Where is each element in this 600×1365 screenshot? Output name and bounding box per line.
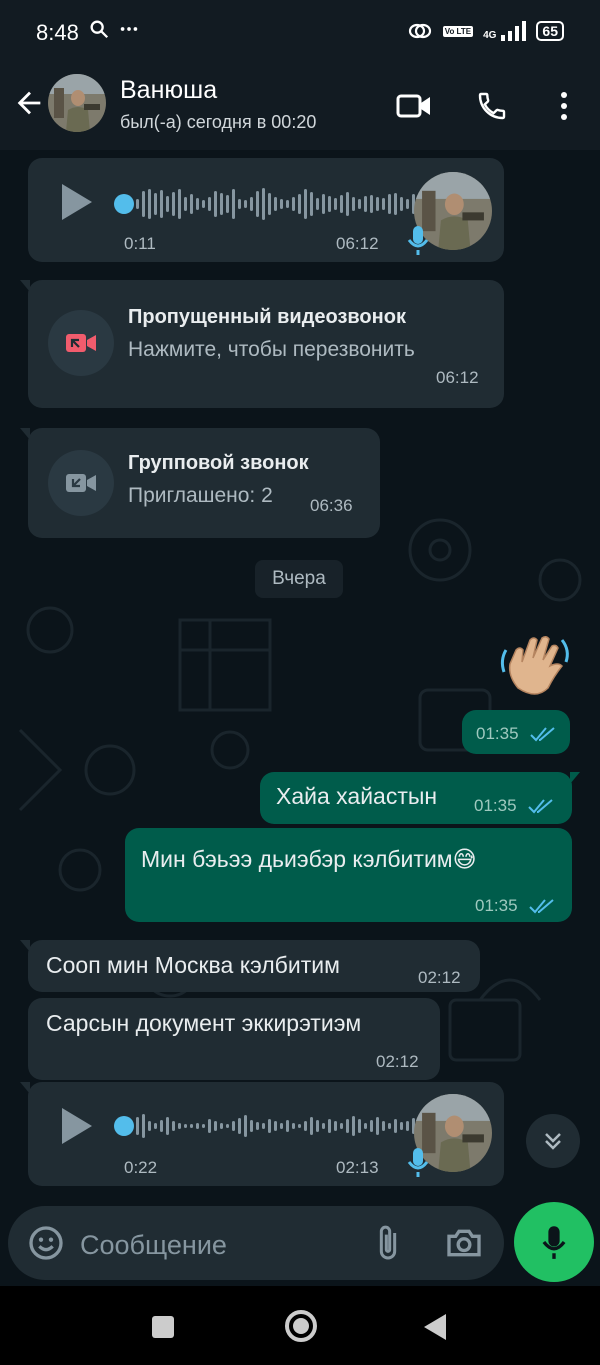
back-button[interactable] bbox=[424, 1314, 446, 1340]
more-horizontal-icon bbox=[120, 27, 138, 31]
emoji-message-meta[interactable]: 01:35 bbox=[462, 710, 570, 754]
message-text: Сооп мин Москва кэлбитим bbox=[46, 952, 340, 978]
more-vert-icon bbox=[561, 92, 567, 120]
voice-call-button[interactable] bbox=[472, 86, 512, 126]
message-time: 02:12 bbox=[418, 968, 461, 987]
chat-area[interactable]: 0:11 06:12 Пропущенный видеозвонок Нажми… bbox=[0, 150, 600, 1198]
group-call-message[interactable]: Групповой звонок Приглашено: 2 06:36 bbox=[20, 428, 380, 538]
scroll-to-bottom-button[interactable] bbox=[526, 1114, 580, 1168]
voice-record-button[interactable] bbox=[514, 1202, 594, 1282]
message-time: 06:12 bbox=[336, 234, 379, 253]
read-ticks-icon bbox=[530, 727, 555, 742]
outgoing-message[interactable]: Мин бэьээ дьиэбэр кэлбитим😅 01:35 bbox=[125, 828, 572, 922]
mic-icon bbox=[407, 226, 429, 255]
camera-icon[interactable] bbox=[444, 1223, 484, 1263]
status-right-icons: Vo LTE 4G 65 bbox=[407, 20, 564, 42]
message-input[interactable]: Сообщение bbox=[8, 1206, 504, 1280]
message-text: Хайа хайастын bbox=[276, 783, 438, 809]
volte-badge: Vo LTE bbox=[442, 25, 474, 37]
outgoing-message[interactable]: Хайа хайастын 01:35 bbox=[260, 772, 580, 824]
emoji-icon[interactable] bbox=[26, 1223, 66, 1263]
contact-name[interactable]: Ванюша bbox=[120, 76, 217, 105]
network-label: 4G bbox=[483, 30, 497, 41]
message-time: 01:35 bbox=[474, 796, 517, 815]
back-arrow-icon[interactable] bbox=[12, 86, 46, 120]
recents-button[interactable] bbox=[152, 1316, 174, 1338]
voice-message[interactable]: 0:22 02:13 bbox=[20, 1082, 504, 1186]
mic-icon bbox=[542, 1226, 566, 1259]
status-bar: 8:48 Vo LTE 4G 65 bbox=[0, 0, 600, 64]
voice-message[interactable]: 0:11 06:12 bbox=[28, 158, 504, 262]
composer: Сообщение bbox=[0, 1198, 600, 1286]
phone-icon bbox=[478, 92, 506, 120]
scroll-down-icon bbox=[545, 1133, 561, 1150]
message-time: 02:12 bbox=[376, 1052, 419, 1071]
message-time: 06:12 bbox=[436, 368, 479, 387]
contact-avatar[interactable] bbox=[48, 74, 106, 132]
voice-elapsed: 0:22 bbox=[124, 1158, 158, 1177]
contact-last-seen: был(-а) сегодня в 00:20 bbox=[120, 112, 317, 132]
play-icon[interactable] bbox=[62, 1108, 92, 1144]
waving-hand-emoji bbox=[500, 635, 569, 695]
play-icon[interactable] bbox=[62, 184, 92, 220]
message-time: 06:36 bbox=[310, 496, 353, 515]
call-subtitle: Нажмите, чтобы перезвонить bbox=[128, 338, 415, 361]
chat-header: Ванюша был(-а) сегодня в 00:20 bbox=[0, 64, 600, 150]
date-divider: Вчера bbox=[255, 560, 343, 598]
message-text: Сарсын документ эккирэтиэм bbox=[46, 1010, 362, 1036]
mic-icon bbox=[407, 1148, 429, 1177]
more-options-button[interactable] bbox=[544, 86, 584, 126]
call-title: Групповой звонок bbox=[128, 452, 309, 474]
message-time: 01:35 bbox=[476, 724, 519, 743]
missed-video-call-icon bbox=[48, 310, 114, 376]
incoming-message[interactable]: Сооп мин Москва кэлбитим 02:12 bbox=[20, 940, 480, 992]
search-icon bbox=[90, 20, 109, 39]
group-call-icon bbox=[48, 450, 114, 516]
video-call-button[interactable] bbox=[394, 86, 434, 126]
status-left-icons bbox=[88, 18, 140, 40]
home-button[interactable] bbox=[285, 1310, 317, 1342]
battery-indicator: 65 bbox=[536, 21, 564, 41]
call-title: Пропущенный видеозвонок bbox=[128, 306, 406, 328]
read-ticks-icon bbox=[529, 899, 554, 914]
signal-icon bbox=[501, 21, 527, 41]
attach-icon[interactable] bbox=[368, 1223, 408, 1263]
voice-elapsed: 0:11 bbox=[124, 234, 156, 253]
read-ticks-icon bbox=[528, 799, 553, 814]
call-subtitle: Приглашено: 2 bbox=[128, 484, 273, 507]
missed-video-call-message[interactable]: Пропущенный видеозвонок Нажмите, чтобы п… bbox=[20, 280, 504, 408]
link-icon bbox=[408, 23, 431, 39]
voice-progress-dot[interactable] bbox=[114, 1116, 134, 1136]
message-time: 01:35 bbox=[475, 896, 518, 915]
message-time: 02:13 bbox=[336, 1158, 379, 1177]
voice-progress-dot[interactable] bbox=[114, 194, 134, 214]
message-placeholder: Сообщение bbox=[80, 1230, 227, 1260]
video-call-icon bbox=[396, 94, 430, 118]
incoming-message[interactable]: Сарсын документ эккирэтиэм 02:12 bbox=[28, 998, 440, 1080]
signal-indicator: 4G bbox=[483, 21, 527, 41]
message-text: Мин бэьээ дьиэбэр кэлбитим😅 bbox=[141, 846, 477, 872]
status-time: 8:48 bbox=[36, 20, 79, 45]
system-navbar bbox=[0, 1286, 600, 1365]
